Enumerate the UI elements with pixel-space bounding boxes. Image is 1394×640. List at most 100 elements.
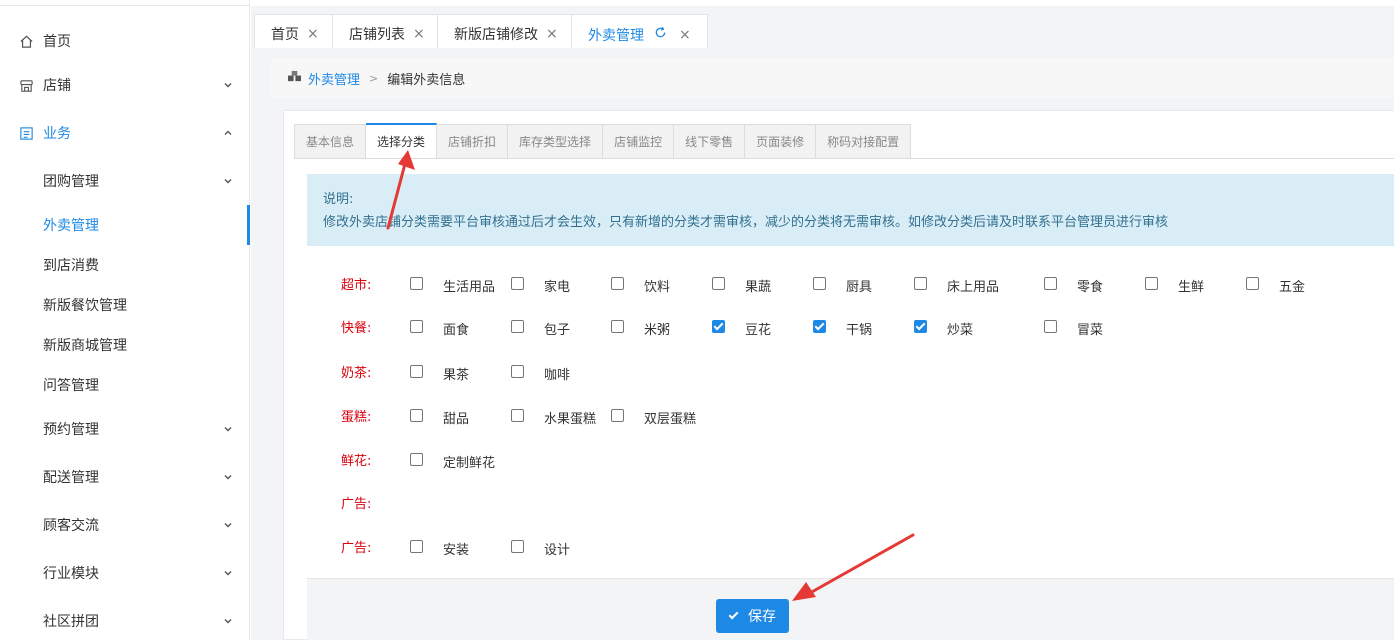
category-checkbox[interactable] (511, 364, 524, 378)
category-checkbox[interactable] (813, 276, 826, 290)
option-label: 五金 (1279, 279, 1306, 295)
chevron-right-icon: > (369, 71, 379, 85)
category-option[interactable]: 床上用品 (914, 273, 999, 295)
category-checkbox[interactable] (1044, 276, 1057, 290)
category-checkbox[interactable] (410, 364, 423, 378)
category-checkbox[interactable] (611, 319, 624, 333)
category-option[interactable]: 包子 (511, 316, 570, 338)
category-option[interactable]: 安装 (410, 536, 469, 558)
sidebar-item-label: 顾客交流 (43, 518, 99, 534)
sidebar-item-home[interactable]: 首页 (0, 21, 250, 61)
category-option[interactable]: 厨具 (813, 273, 872, 295)
sidebar-item-delivery[interactable]: 配送管理 (0, 457, 250, 497)
category-option[interactable]: 零食 (1044, 273, 1103, 295)
home-icon (18, 33, 34, 49)
category-option[interactable]: 冒菜 (1044, 316, 1103, 338)
tab-page-decoration[interactable]: 页面装修 (745, 124, 817, 159)
tab-offline-retail[interactable]: 线下零售 (674, 124, 746, 159)
category-option[interactable]: 豆花 (712, 316, 771, 338)
sidebar-item-takeout[interactable]: 外卖管理 (0, 205, 250, 245)
category-checkbox[interactable] (1145, 276, 1158, 290)
sidebar-item-mall[interactable]: 新版商城管理 (0, 325, 250, 365)
close-icon[interactable]: × (546, 26, 558, 42)
category-option[interactable]: 甜品 (410, 405, 470, 427)
category-checkbox[interactable] (410, 276, 423, 290)
category-checkbox[interactable] (813, 319, 826, 333)
tab-basic-info[interactable]: 基本信息 (294, 124, 367, 159)
category-option[interactable]: 饮料 (611, 273, 670, 295)
category-checkbox[interactable] (914, 319, 927, 333)
info-text: 修改外卖店铺分类需要平台审核通过后才会生效，只有新增的分类才需审核，减少的分类将… (323, 215, 1169, 230)
chevron-down-icon (224, 571, 232, 576)
sidebar-item-industry[interactable]: 行业模块 (0, 553, 250, 593)
category-option[interactable]: 水果蛋糕 (511, 405, 596, 427)
option-label: 家电 (544, 279, 571, 295)
close-icon[interactable]: × (307, 26, 319, 42)
tab-scale-config[interactable]: 称码对接配置 (816, 124, 912, 159)
category-option[interactable]: 果茶 (410, 361, 469, 383)
category-checkbox[interactable] (410, 319, 423, 333)
category-checkbox[interactable] (511, 319, 524, 333)
category-option[interactable]: 咖啡 (511, 361, 570, 383)
category-row: 鲜花: 定制鲜花 (341, 449, 1391, 471)
category-checkbox[interactable] (511, 408, 524, 422)
category-option[interactable]: 生鲜 (1145, 273, 1204, 295)
category-checkbox[interactable] (712, 319, 725, 333)
category-option[interactable]: 五金 (1246, 273, 1306, 295)
category-checkbox[interactable] (611, 408, 624, 422)
category-option[interactable]: 面食 (410, 316, 469, 338)
category-checkbox[interactable] (1246, 276, 1259, 290)
category-option[interactable]: 定制鲜花 (410, 449, 495, 471)
sidebar-item-booking[interactable]: 预约管理 (0, 409, 250, 449)
tab-store-monitor[interactable]: 店铺监控 (603, 124, 675, 159)
check-icon (728, 609, 739, 620)
page-tab-label: 新版店铺修改 (454, 27, 538, 43)
option-label: 甜品 (443, 411, 470, 427)
category-checkbox[interactable] (914, 276, 927, 290)
category-checkbox[interactable] (511, 539, 524, 553)
category-option[interactable]: 生活用品 (410, 273, 495, 295)
breadcrumb: 外卖管理 > 编辑外卖信息 (271, 58, 1394, 98)
sidebar-item-store[interactable]: 店铺 (0, 65, 250, 105)
category-option[interactable]: 米粥 (611, 316, 670, 338)
category-option[interactable]: 设计 (511, 536, 570, 558)
category-checkbox[interactable] (511, 276, 524, 290)
close-icon[interactable]: × (679, 27, 691, 43)
chevron-down-icon (224, 427, 232, 432)
sidebar-item-label: 团购管理 (43, 174, 99, 190)
sidebar-item-catering[interactable]: 新版餐饮管理 (0, 285, 250, 325)
category-option[interactable]: 炒菜 (914, 316, 974, 338)
category-checkbox[interactable] (1044, 319, 1057, 333)
category-option[interactable]: 双层蛋糕 (611, 405, 696, 427)
chevron-up-icon (224, 130, 232, 135)
category-checkbox[interactable] (712, 276, 725, 290)
sidebar-item-business[interactable]: 业务 (0, 113, 250, 153)
category-row: 快餐: 面食 包子 米粥 豆花 干锅 炒菜 冒菜 (341, 316, 1391, 338)
category-checkbox[interactable] (410, 539, 423, 553)
category-checkbox[interactable] (611, 276, 624, 290)
breadcrumb-link[interactable]: 外卖管理 (308, 69, 360, 88)
sidebar-item-qa[interactable]: 问答管理 (0, 365, 250, 405)
option-label: 果蔬 (745, 279, 772, 295)
sidebar-item-label: 问答管理 (43, 378, 99, 394)
category-checkbox[interactable] (410, 452, 423, 466)
refresh-icon[interactable] (654, 26, 667, 43)
sidebar-item-label: 业务 (43, 126, 71, 142)
sidebar-item-group-buy[interactable]: 团购管理 (0, 161, 250, 201)
tab-stock-type[interactable]: 库存类型选择 (508, 124, 604, 159)
tab-select-category[interactable]: 选择分类 (366, 123, 438, 159)
category-option[interactable]: 家电 (511, 273, 571, 295)
tab-store-discount[interactable]: 店铺折扣 (437, 124, 509, 159)
category-checkbox[interactable] (410, 408, 423, 422)
option-label: 炒菜 (947, 322, 974, 338)
close-icon[interactable]: × (413, 26, 425, 42)
sidebar-item-community[interactable]: 社区拼团 (0, 601, 250, 640)
save-button[interactable]: 保存 (716, 599, 789, 633)
category-label: 蛋糕: (341, 409, 372, 425)
category-option[interactable]: 干锅 (813, 316, 872, 338)
category-option[interactable]: 果蔬 (712, 273, 772, 295)
cubes-icon (287, 70, 302, 87)
sidebar-item-customer[interactable]: 顾客交流 (0, 505, 250, 545)
sidebar-item-in-store[interactable]: 到店消费 (0, 245, 250, 285)
sidebar-item-label: 新版商城管理 (43, 338, 127, 354)
